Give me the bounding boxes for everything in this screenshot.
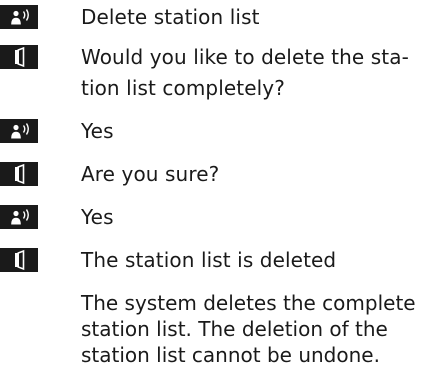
system-response-text: The station list is deleted — [81, 248, 337, 272]
system-response-icon — [0, 45, 38, 69]
system-response-text: Are you sure? — [81, 162, 220, 186]
system-response-icon — [0, 248, 38, 272]
note-text-line-3: station list cannot be undone. — [81, 343, 380, 367]
system-response-text-line-1: Would you like to delete the sta- — [81, 45, 409, 69]
user-command-text: Yes — [81, 205, 114, 229]
system-response-text-line-2: tion list completely? — [81, 76, 285, 100]
voice-command-icon — [0, 5, 38, 29]
voice-dialog: Delete station list Would you like to de… — [0, 0, 432, 371]
user-command-text: Yes — [81, 119, 114, 143]
system-response-icon — [0, 162, 38, 186]
voice-command-icon — [0, 205, 38, 229]
voice-command-icon — [0, 119, 38, 143]
user-command-text: Delete station list — [81, 5, 260, 29]
